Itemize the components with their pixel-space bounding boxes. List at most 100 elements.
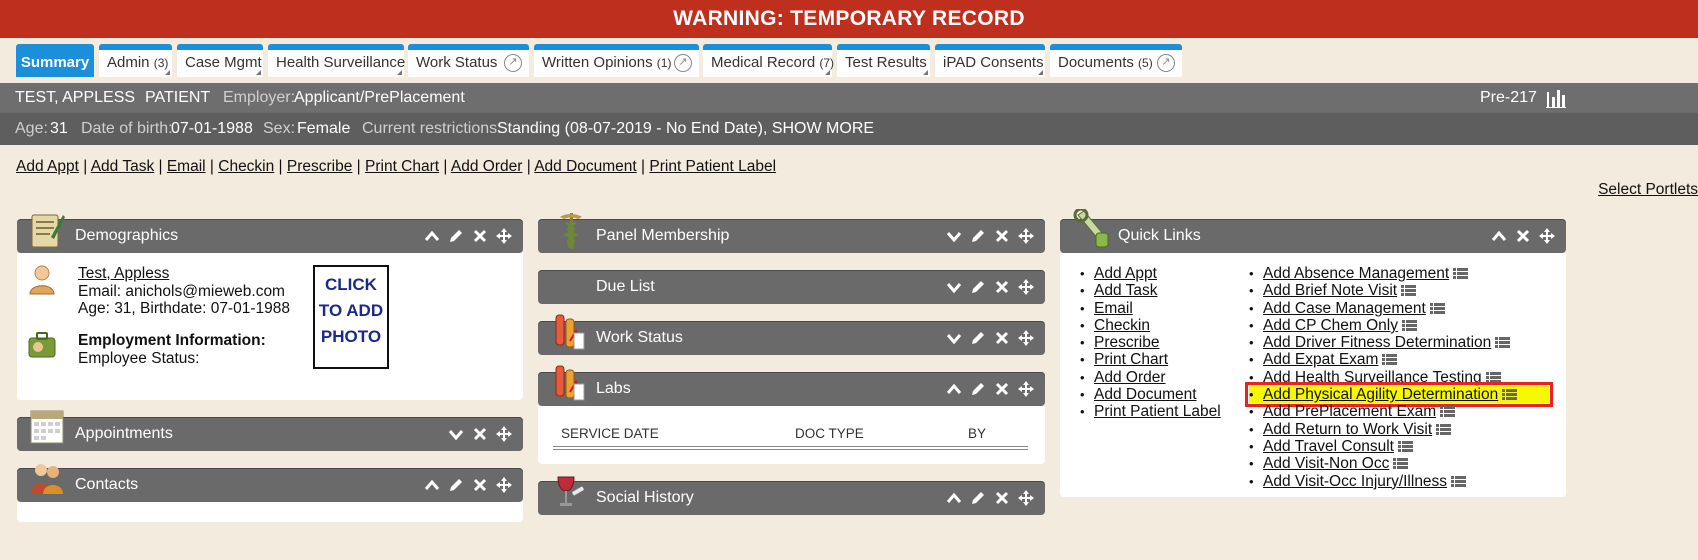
action-email[interactable]: Email (167, 158, 206, 175)
move-arrows-icon[interactable] (1017, 380, 1035, 398)
list-view-icon[interactable] (1401, 318, 1417, 331)
list-view-icon[interactable] (1397, 439, 1413, 452)
open-external-icon[interactable]: ↗ (674, 54, 692, 72)
move-arrows-icon[interactable] (1017, 489, 1035, 507)
tab-case-mgmt[interactable]: Case Mgmt (177, 44, 263, 77)
quick-link[interactable]: Add Visit-Occ Injury/Illness (1263, 473, 1447, 490)
open-external-icon[interactable]: ↗ (1157, 54, 1175, 72)
tab-medical-record[interactable]: Medical Record (7) (703, 44, 834, 77)
move-arrows-icon[interactable] (495, 425, 513, 443)
action-add-appt[interactable]: Add Appt (16, 158, 79, 175)
quick-link[interactable]: Add Return to Work Visit (1263, 421, 1432, 438)
quick-link[interactable]: Print Patient Label (1094, 403, 1221, 420)
open-external-icon[interactable]: ↗ (504, 54, 522, 72)
list-view-icon[interactable] (1495, 335, 1511, 349)
expand-down-icon[interactable] (945, 329, 963, 347)
move-arrows-icon[interactable] (1017, 227, 1035, 245)
move-arrows-icon[interactable] (495, 227, 513, 245)
edit-pencil-icon[interactable] (969, 227, 987, 245)
quick-link[interactable]: Add Physical Agility Determination (1263, 386, 1498, 403)
due-list-portlet-header[interactable]: Due List (538, 270, 1045, 304)
labs-column-doc-type[interactable]: DOC TYPE (795, 426, 864, 441)
quick-link[interactable]: Add Visit-Non Occ (1263, 455, 1389, 472)
list-view-icon[interactable] (1453, 266, 1469, 279)
close-icon[interactable] (993, 227, 1011, 245)
move-arrows-icon[interactable] (1017, 278, 1035, 296)
panel-membership-portlet-header[interactable]: Panel Membership (538, 213, 1045, 253)
list-view-icon[interactable] (1393, 456, 1409, 470)
edit-pencil-icon[interactable] (969, 329, 987, 347)
quick-link[interactable]: Add Task (1094, 282, 1157, 299)
list-view-icon[interactable] (1436, 422, 1452, 435)
collapse-up-icon[interactable] (945, 489, 963, 507)
tab-written-opinions[interactable]: Written Opinions (1) ↗ (534, 44, 699, 77)
edit-pencil-icon[interactable] (447, 476, 465, 494)
move-arrows-icon[interactable] (1017, 329, 1035, 347)
quick-link[interactable]: Email (1094, 300, 1133, 317)
list-view-icon[interactable] (1440, 404, 1456, 418)
collapse-up-icon[interactable] (1490, 227, 1508, 245)
expand-down-icon[interactable] (945, 227, 963, 245)
expand-down-icon[interactable] (945, 278, 963, 296)
collapse-up-icon[interactable] (423, 476, 441, 494)
labs-column-by[interactable]: BY (968, 426, 986, 441)
contacts-portlet-header[interactable]: Contacts (17, 464, 523, 502)
quick-link[interactable]: Add Health Surveillance Testing (1263, 369, 1482, 386)
action-prescribe[interactable]: Prescribe (287, 158, 352, 175)
move-arrows-icon[interactable] (1538, 227, 1556, 245)
quick-link[interactable]: Add PrePlacement Exam (1263, 403, 1436, 420)
close-icon[interactable] (993, 278, 1011, 296)
quick-link[interactable]: Add Document (1094, 386, 1197, 403)
action-add-task[interactable]: Add Task (91, 158, 154, 175)
edit-pencil-icon[interactable] (969, 278, 987, 296)
quick-link[interactable]: Checkin (1094, 317, 1150, 334)
list-view-icon[interactable] (1382, 352, 1398, 366)
social-history-portlet-header[interactable]: Social History (538, 476, 1045, 515)
add-photo-button[interactable]: CLICK TO ADD PHOTO (313, 265, 389, 369)
close-icon[interactable] (471, 227, 489, 245)
edit-pencil-icon[interactable] (969, 489, 987, 507)
quick-link[interactable]: Prescribe (1094, 334, 1159, 351)
quick-link[interactable]: Add CP Chem Only (1263, 317, 1398, 334)
action-add-order[interactable]: Add Order (451, 158, 523, 175)
quick-link[interactable]: Add Brief Note Visit (1263, 282, 1397, 299)
work-status-portlet-header[interactable]: Work Status (538, 314, 1045, 355)
tab-documents[interactable]: Documents (5) ↗ (1050, 44, 1182, 77)
collapse-up-icon[interactable] (423, 227, 441, 245)
restrictions-value[interactable]: Standing (08-07-2019 - No End Date), SHO… (497, 113, 874, 145)
select-portlets-link[interactable]: Select Portlets (1598, 181, 1698, 199)
close-icon[interactable] (993, 489, 1011, 507)
edit-pencil-icon[interactable] (969, 380, 987, 398)
quick-link[interactable]: Add Travel Consult (1263, 438, 1394, 455)
quick-link[interactable]: Print Chart (1094, 351, 1168, 368)
quick-link[interactable]: Add Driver Fitness Determination (1263, 334, 1491, 351)
collapse-up-icon[interactable] (945, 380, 963, 398)
labs-column-service-date[interactable]: SERVICE DATE (561, 426, 659, 441)
appointments-portlet-header[interactable]: Appointments (17, 410, 523, 451)
labs-portlet-header[interactable]: Labs (538, 365, 1045, 406)
demographics-portlet-header[interactable]: Demographics (17, 214, 523, 253)
action-print-patient-label[interactable]: Print Patient Label (649, 158, 776, 175)
close-icon[interactable] (1514, 227, 1532, 245)
quick-link[interactable]: Add Order (1094, 369, 1166, 386)
close-icon[interactable] (993, 329, 1011, 347)
action-add-document[interactable]: Add Document (534, 158, 637, 175)
close-icon[interactable] (993, 380, 1011, 398)
bar-chart-icon[interactable] (1545, 88, 1567, 108)
quick-link[interactable]: Add Case Management (1263, 300, 1426, 317)
tab-admin[interactable]: Admin (3) (99, 44, 172, 77)
list-view-icon[interactable] (1451, 474, 1467, 487)
tab-test-results[interactable]: Test Results (837, 44, 930, 77)
action-checkin[interactable]: Checkin (218, 158, 274, 175)
move-arrows-icon[interactable] (495, 476, 513, 494)
patient-name-link[interactable]: Test, Appless (78, 265, 169, 283)
action-print-chart[interactable]: Print Chart (365, 158, 439, 175)
list-view-icon[interactable] (1485, 370, 1501, 383)
quick-link[interactable]: Add Absence Management (1263, 265, 1449, 282)
expand-down-icon[interactable] (447, 425, 465, 443)
tab-ipad-consents[interactable]: iPAD Consents (935, 44, 1045, 77)
quick-links-portlet-header[interactable]: Quick Links (1060, 207, 1566, 253)
list-view-icon[interactable] (1401, 283, 1417, 297)
quick-link[interactable]: Add Expat Exam (1263, 351, 1378, 368)
edit-pencil-icon[interactable] (447, 227, 465, 245)
